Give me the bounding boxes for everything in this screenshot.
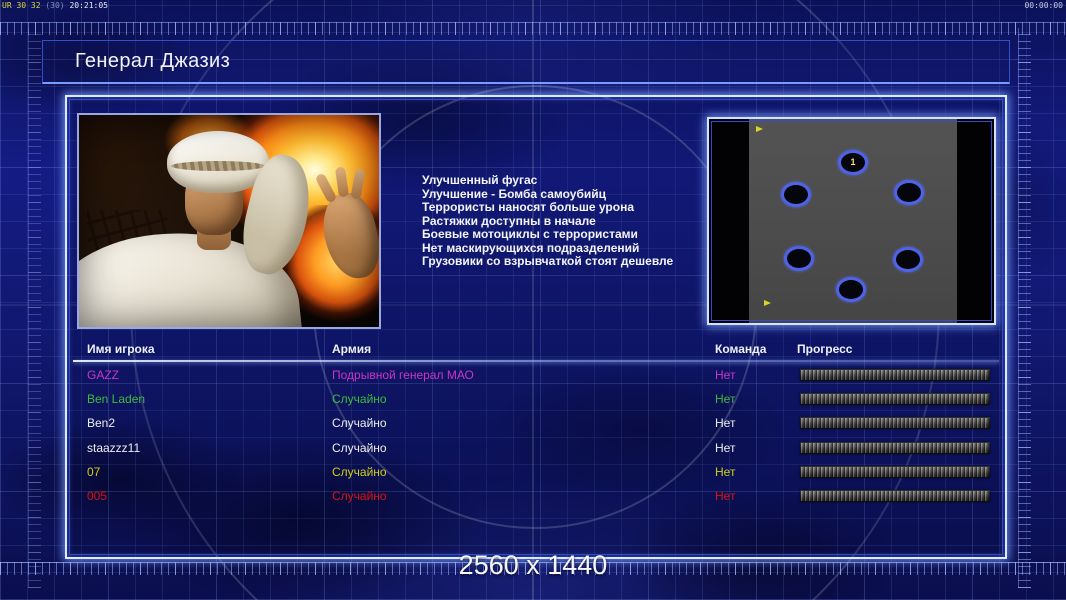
header-separator-line (73, 360, 999, 362)
player-army: Случайно (332, 416, 387, 431)
player-team: Нет (715, 489, 736, 503)
start-position-marker (894, 179, 924, 205)
player-name: staazzz11 (87, 440, 141, 455)
column-header-army: Армия (332, 342, 372, 356)
start-position-marker: 1 (838, 149, 868, 175)
main-panel: Улучшенный фугас Улучшение - Бомба самоу… (65, 95, 1007, 559)
bonus-list: Улучшенный фугас Улучшение - Бомба самоу… (422, 173, 722, 269)
player-name: GAZZ (87, 368, 119, 382)
player-load-progress-bar (800, 393, 990, 406)
debug-framerate-cap: (30) (45, 1, 65, 10)
player-team: Нет (715, 368, 736, 382)
player-army: Случайно (332, 464, 387, 479)
player-team: Нет (715, 416, 736, 431)
debug-framerate: UR 30 32 (2, 1, 41, 10)
player-row: Ben Laden Случайно Нет (67, 392, 1005, 409)
column-header-player-name: Имя игрока (87, 342, 155, 356)
player-team: Нет (715, 464, 736, 479)
ruler-right (1018, 28, 1031, 588)
player-army: Подрывной генерал МАО (332, 368, 474, 382)
bonus-item: Улучшение - Бомба самоубийц (422, 186, 606, 201)
general-portrait (77, 113, 381, 329)
player-name: Ben2 (87, 416, 116, 431)
player-load-progress-bar (800, 465, 990, 478)
player-army: Случайно (332, 489, 387, 503)
player-row: staazzz11 Случайно Нет (67, 441, 1005, 458)
bonus-item: Боевые мотоциклы с террористами (422, 227, 638, 241)
match-timer: 00:00:00 (1024, 1, 1063, 10)
player-name: Ben Laden (87, 392, 146, 407)
player-team: Нет (715, 440, 736, 455)
bonus-item: Улучшенный фугас (422, 173, 538, 187)
player-army: Случайно (332, 392, 387, 407)
start-position-marker (836, 276, 866, 302)
bonus-item: Грузовики со взрывчаткой стоят дешевле (422, 254, 674, 268)
player-row: 07 Случайно Нет (67, 465, 1005, 482)
start-position-marker (784, 245, 814, 271)
loading-screen: UR 30 32 (30) 20:21:05 00:00:00 Генерал … (0, 0, 1066, 600)
ruler-top (0, 22, 1066, 35)
map-flag-marker (756, 126, 763, 132)
map-flag-marker (764, 300, 771, 306)
player-load-progress-bar (800, 417, 990, 430)
player-load-progress-bar (800, 441, 990, 454)
portrait-vignette (79, 115, 379, 327)
player-row: GAZZ Подрывной генерал МАО Нет (67, 368, 1005, 385)
title-bar: Генерал Джазиз (42, 40, 1010, 84)
player-army: Случайно (332, 440, 387, 455)
start-position-marker (781, 181, 811, 207)
bonus-item: Растяжки доступны в начале (422, 213, 596, 228)
player-team: Нет (715, 392, 736, 407)
player-load-progress-bar (800, 490, 990, 502)
bonus-item: Нет маскирующихся подразделений (422, 240, 640, 255)
player-name: 005 (87, 489, 108, 503)
general-title: Генерал Джазиз (75, 50, 231, 72)
column-header-team: Команда (715, 342, 767, 356)
player-row: Ben2 Случайно Нет (67, 416, 1005, 433)
map-preview: 1 (707, 117, 996, 325)
ruler-left (28, 28, 41, 588)
debug-clock: 20:21:05 (69, 1, 108, 10)
column-header-progress: Прогресс (797, 342, 853, 356)
player-name: 07 (87, 464, 101, 479)
debug-stats: UR 30 32 (30) 20:21:05 (2, 1, 108, 10)
player-row: 005 Случайно Нет (67, 489, 1005, 506)
map-resolution-label: 2560 x 1440 (458, 550, 608, 580)
start-position-marker (893, 246, 923, 272)
player-load-progress-bar (800, 369, 990, 381)
bonus-item: Террористы наносят больше урона (422, 200, 635, 214)
